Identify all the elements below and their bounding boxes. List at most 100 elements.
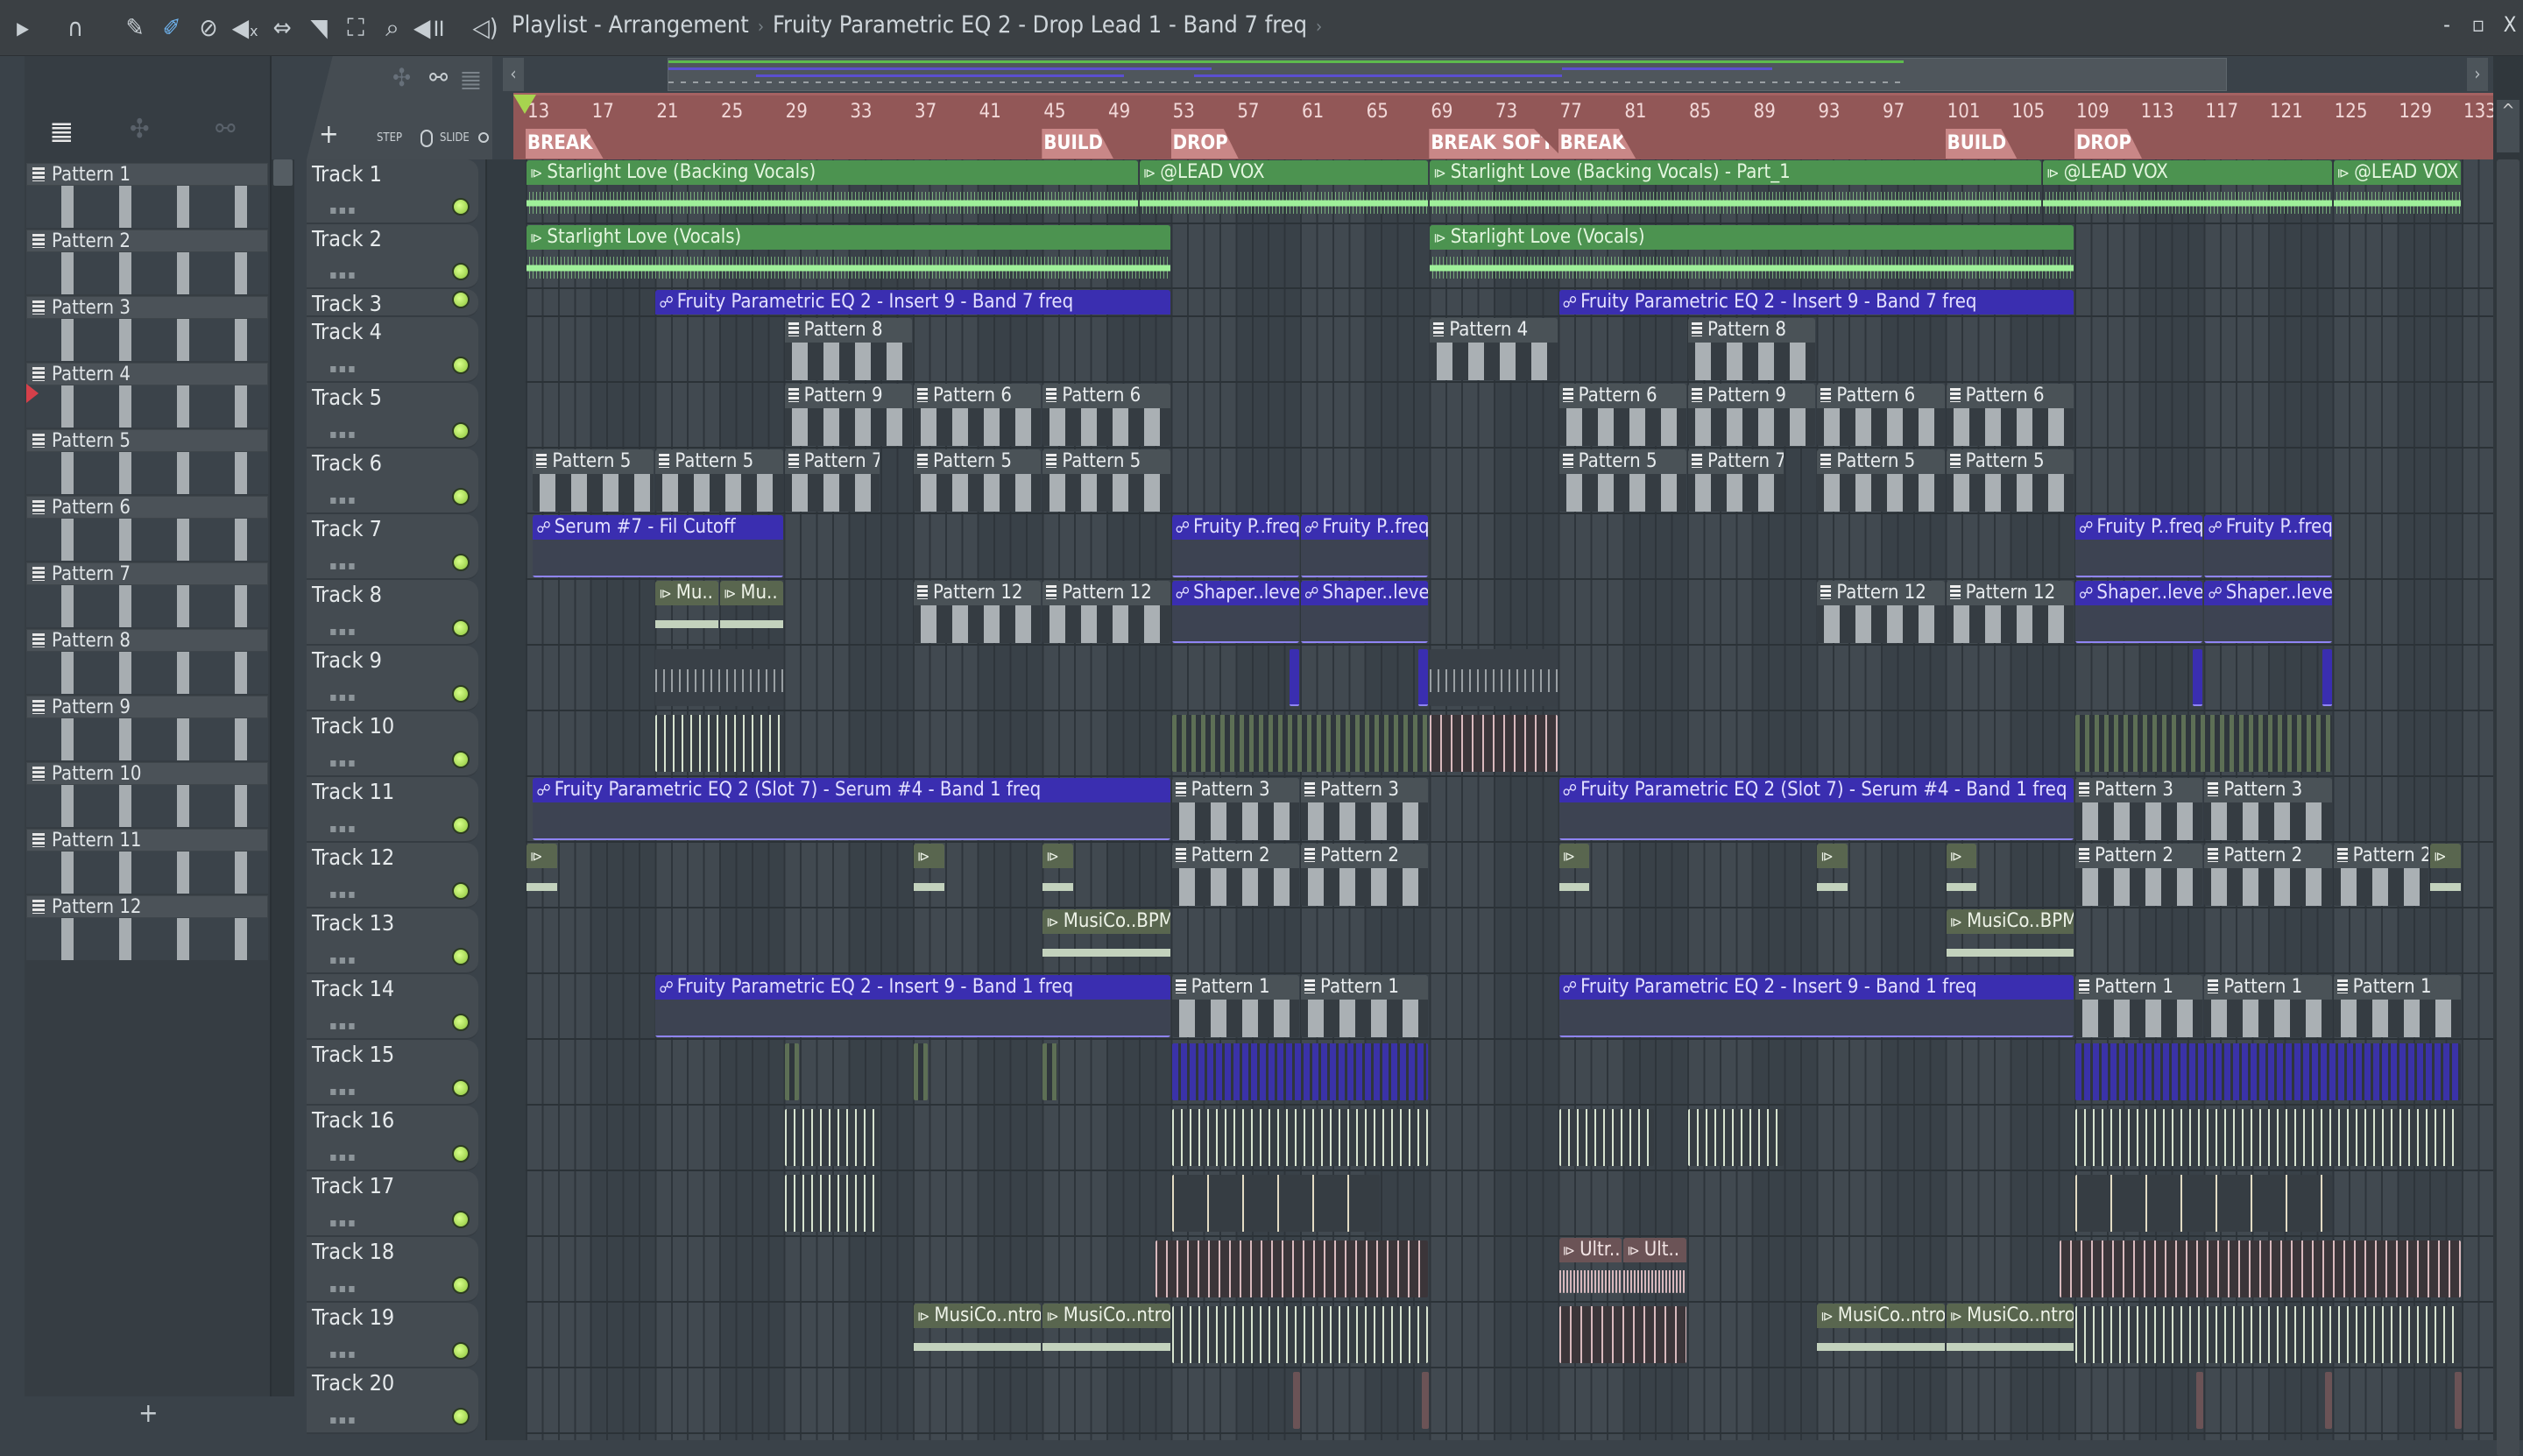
track-options-icon[interactable]: ▪▪▪ <box>329 822 357 836</box>
clip-header[interactable]: ⧐ Starlight Love (Backing Vocals) <box>527 160 1138 185</box>
small-clip[interactable] <box>655 715 783 772</box>
pattern-item-header[interactable]: Pattern 4 <box>26 363 268 385</box>
clip-header[interactable]: Pattern 6 <box>914 384 1042 408</box>
scroll-up-button[interactable]: ^ <box>2497 100 2519 152</box>
track-header[interactable]: Track 11 ▪▪▪ <box>307 777 478 843</box>
track-mute-led[interactable] <box>452 882 470 900</box>
clip-header[interactable]: ⧐ Ultr.. <box>1558 1238 1622 1262</box>
pattern-item[interactable]: Pattern 10 <box>26 762 268 829</box>
small-clip[interactable] <box>2059 1240 2461 1297</box>
pattern-clip[interactable]: Pattern 6 <box>1042 384 1170 446</box>
track-options-icon[interactable]: ▪▪▪ <box>329 1150 357 1164</box>
track-name[interactable]: Track 7 <box>312 516 382 541</box>
track-name[interactable]: Track 13 <box>312 910 394 936</box>
clip-header[interactable]: Pattern 12 <box>1946 581 2074 605</box>
clip-header[interactable]: Pattern 5 <box>655 449 783 474</box>
pattern-clip[interactable]: Pattern 5 <box>1817 449 1945 512</box>
clip-header[interactable]: ⧐ <box>1946 844 1977 868</box>
track-name[interactable]: Track 4 <box>312 319 382 344</box>
track-header[interactable]: Track 16 ▪▪▪ <box>307 1106 478 1171</box>
playlist-grid[interactable]: ⧐ Starlight Love (Backing Vocals) ⧐ @LEAD V… <box>526 159 2493 1440</box>
clip-header[interactable]: Pattern 3 <box>1301 778 1429 802</box>
small-clip[interactable] <box>2075 1043 2461 1100</box>
pattern-clip[interactable]: Pattern 5 <box>1558 449 1686 512</box>
pattern-item-header[interactable]: Pattern 9 <box>26 696 268 718</box>
clip-header[interactable]: ☍ Fruity Parametric EQ 2 - Insert 9 - Ban… <box>655 290 1170 315</box>
speaker-icon[interactable]: ◁) <box>470 12 501 44</box>
small-clip[interactable] <box>1430 649 1558 706</box>
pattern-item-header[interactable]: Pattern 6 <box>26 496 268 519</box>
clip-header[interactable]: Pattern 5 <box>1946 449 2074 474</box>
audio-clip[interactable]: ⧐@LEAD VOX 2 <box>2333 160 2461 222</box>
track-name[interactable]: Track 10 <box>312 713 394 739</box>
clip-header[interactable]: Pattern 3 <box>2075 778 2203 802</box>
pattern-clip[interactable]: Pattern 2 <box>2075 844 2203 906</box>
clip-header[interactable]: ☍ Fruity P..freq <box>2075 515 2203 540</box>
mute-icon[interactable]: ◀ₓ <box>230 12 261 44</box>
clip-header[interactable]: Pattern 7 <box>784 449 880 474</box>
clip-header[interactable]: Pattern 8 <box>784 318 912 343</box>
pattern-clip[interactable]: Pattern 2 <box>1171 844 1299 906</box>
pattern-clip[interactable]: Pattern 6 <box>1558 384 1686 446</box>
ruler-marker[interactable]: BUILD <box>1945 129 2018 159</box>
audio-clip[interactable]: ⧐ Starlight Love (Backing Vocals) - Part_… <box>1430 160 2042 222</box>
audio-clip[interactable]: ⧐ <box>1817 844 1848 906</box>
small-clip[interactable] <box>1422 1372 1430 1429</box>
audio-clip[interactable]: ⧐ Starlight Love (Backing Vocals) <box>527 160 1138 222</box>
clip-header[interactable]: Pattern 3 <box>2204 778 2332 802</box>
track-header[interactable]: Track 1 ▪▪▪ <box>307 159 478 224</box>
audio-clip[interactable]: ⧐ Starlight Love (Vocals) <box>527 225 1170 286</box>
slide-toggle[interactable]: SLIDE <box>440 131 470 145</box>
track-name[interactable]: Track 6 <box>312 450 382 476</box>
pattern-clip[interactable]: Pattern 6 <box>1946 384 2074 446</box>
clip-header[interactable]: ⧐@LEAD VOX 2 <box>2333 160 2461 185</box>
track-mute-led[interactable] <box>452 751 470 768</box>
pattern-clip[interactable]: Pattern 5 <box>1946 449 2074 512</box>
pattern-clip[interactable]: Pattern 6 <box>914 384 1042 446</box>
clip-header[interactable]: Pattern 1 <box>2204 975 2332 1000</box>
track-name[interactable]: Track 3 <box>312 291 382 316</box>
clip-header[interactable]: Pattern 5 <box>1042 449 1170 474</box>
magnet-icon[interactable]: ∩ <box>60 12 91 44</box>
track-mute-led[interactable] <box>452 1408 470 1425</box>
track-mute-led[interactable] <box>452 263 470 280</box>
audio-clip-icon[interactable]: ✣ <box>130 114 150 145</box>
small-clip[interactable] <box>1155 1240 1429 1297</box>
pattern-item-header[interactable]: Pattern 8 <box>26 629 268 652</box>
clip-header[interactable]: Pattern 2 <box>2075 844 2203 868</box>
audio-clip[interactable]: ⧐ MusiCo..ntro <box>1042 1304 1170 1366</box>
clip-header[interactable]: Pattern 5 <box>1558 449 1686 474</box>
pattern-item[interactable]: Pattern 7 <box>26 562 268 629</box>
audio-clip[interactable]: ⧐ <box>1042 844 1074 906</box>
track-mute-led[interactable] <box>452 1014 470 1031</box>
track-header[interactable]: Track 6 ▪▪▪ <box>307 449 478 514</box>
small-clip[interactable] <box>1418 649 1429 706</box>
add-track-button[interactable]: + <box>319 119 339 150</box>
small-clip[interactable] <box>1290 649 1299 706</box>
track-options-icon[interactable]: ▪▪▪ <box>329 1216 357 1230</box>
small-clip[interactable] <box>655 649 783 706</box>
track-options-icon[interactable]: ▪▪▪ <box>329 1282 357 1296</box>
small-clip[interactable] <box>1042 1043 1057 1100</box>
clip-header[interactable]: ☍ Fruity Parametric EQ 2 (Slot 7) - Serum… <box>1558 778 2074 802</box>
clip-header[interactable]: Pattern 9 <box>784 384 912 408</box>
track-header[interactable]: Track 20 ▪▪▪ <box>307 1368 478 1434</box>
clip-header[interactable]: ⧐ MusiCo..ntro <box>1946 1304 2074 1328</box>
track-options-icon[interactable]: ▪▪▪ <box>329 625 357 639</box>
paint-brush-icon[interactable]: ✐ <box>156 12 187 44</box>
automation-clip[interactable]: ☍ Shaper..level <box>1171 581 1299 643</box>
pattern-item-header[interactable]: Pattern 3 <box>26 296 268 319</box>
pattern-clip[interactable]: Pattern 7 <box>1688 449 1784 512</box>
track-mute-led[interactable] <box>452 1276 470 1294</box>
clip-header[interactable]: Pattern 1 <box>1301 975 1429 1000</box>
automation-icon[interactable]: ⚯ <box>216 114 236 145</box>
play-arrow-icon[interactable]: ▶ <box>7 12 39 44</box>
track-options-icon[interactable]: ▪▪▪ <box>329 559 357 573</box>
pattern-clip[interactable]: Pattern 1 <box>2333 975 2461 1037</box>
pattern-item[interactable]: Pattern 5 <box>26 429 268 496</box>
track-name[interactable]: Track 1 <box>312 161 382 187</box>
small-clip[interactable] <box>1430 715 1558 772</box>
automation-clip[interactable]: ☍ Fruity Parametric EQ 2 (Slot 7) - Serum… <box>533 778 1170 840</box>
track-mute-led[interactable] <box>452 1145 470 1163</box>
clip-header[interactable]: Pattern 1 <box>2333 975 2461 1000</box>
